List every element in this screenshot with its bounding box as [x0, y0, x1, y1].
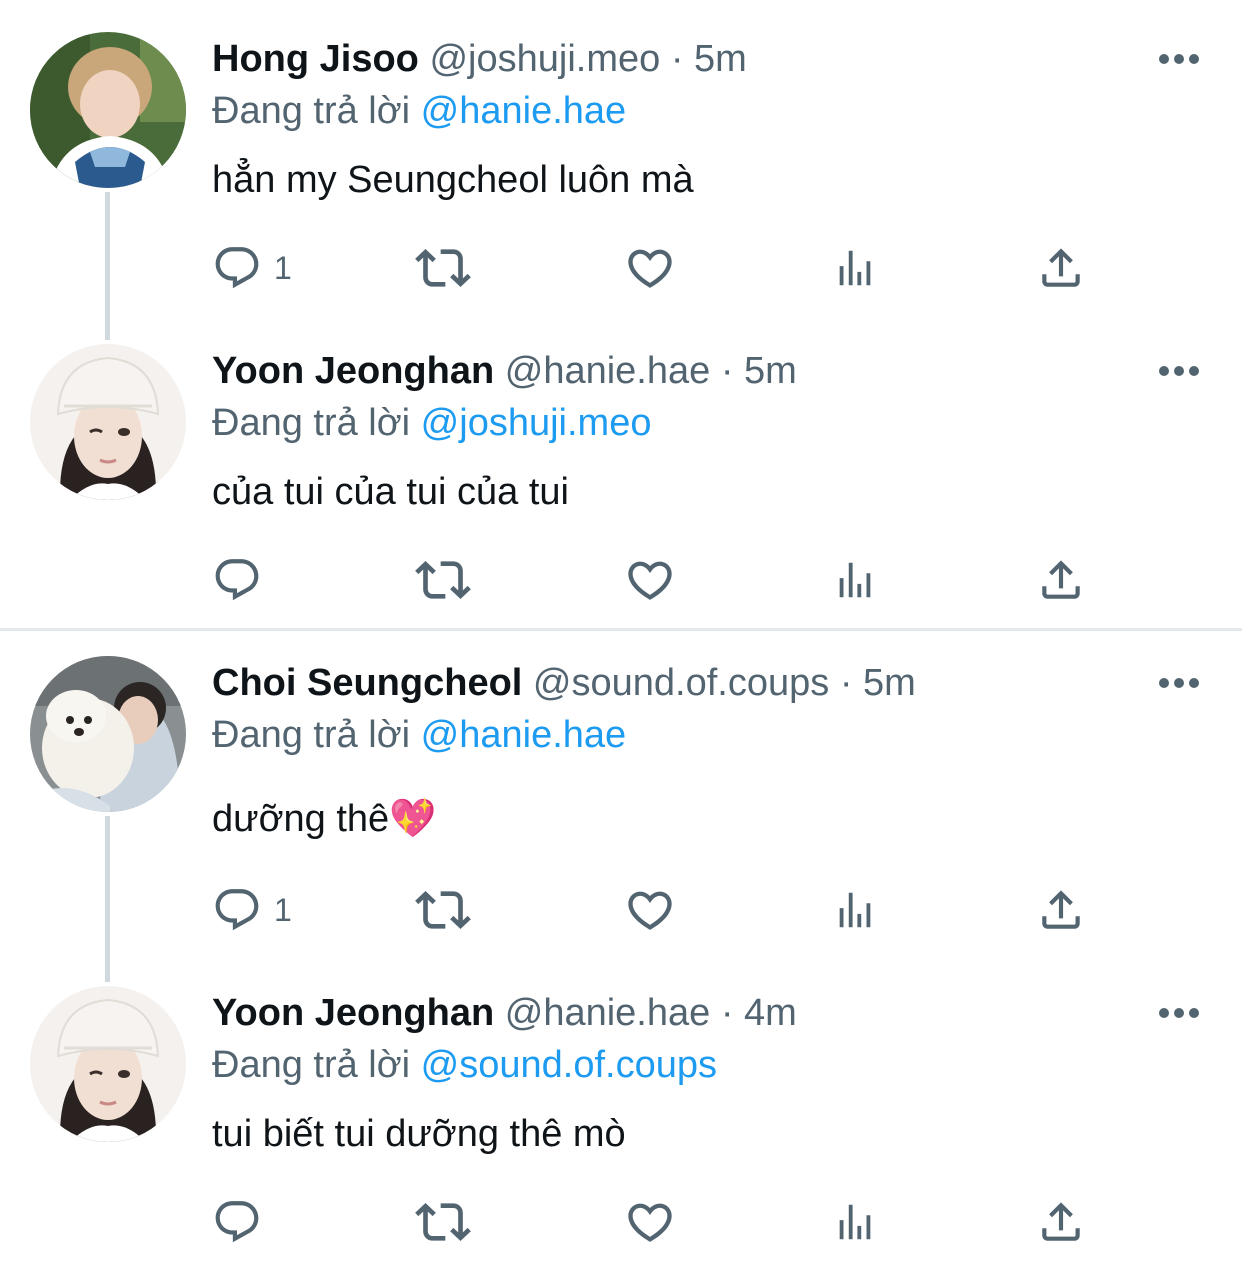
tweet-header: Hong Jisoo @joshuji.meo · 5m: [212, 34, 747, 84]
share-icon: [1036, 555, 1086, 605]
avatar[interactable]: [30, 32, 186, 188]
display-name[interactable]: Choi Seungcheol: [212, 662, 522, 704]
user-handle[interactable]: @hanie.hae: [505, 992, 711, 1034]
share-icon: [1036, 243, 1086, 293]
display-name[interactable]: Yoon Jeonghan: [212, 350, 494, 392]
views-icon: [832, 1199, 878, 1245]
views-icon: [832, 887, 878, 933]
mention-link[interactable]: @hanie.hae: [421, 714, 627, 756]
retweet-button[interactable]: [415, 554, 471, 606]
avatar-photo: [30, 656, 186, 812]
retweet-icon: [415, 240, 471, 296]
more-icon[interactable]: [1158, 677, 1200, 689]
views-button[interactable]: [832, 1196, 878, 1248]
tweet-text: tui biết tui dưỡng thê mò: [212, 1113, 626, 1155]
reply-count: 1: [274, 892, 292, 928]
replying-to: Đang trả lời @joshuji.meo: [212, 398, 651, 448]
replying-to: Đang trả lời @sound.of.coups: [212, 1040, 717, 1090]
reply-icon: [212, 885, 262, 935]
reply-button[interactable]: 1: [212, 884, 292, 936]
reply-button[interactable]: 1: [212, 242, 292, 294]
like-button[interactable]: [624, 884, 676, 936]
heart-icon: [624, 554, 676, 606]
views-icon: [832, 557, 878, 603]
tweet-text: hẳn my Seungcheol luôn mà: [212, 159, 694, 201]
action-bar: [212, 1196, 1112, 1248]
separator-dot: ·: [670, 38, 684, 80]
reply-button[interactable]: [212, 554, 274, 606]
heart-icon: [624, 1196, 676, 1248]
action-bar: [212, 554, 1112, 606]
tweet-text: của tui của tui của tui: [212, 471, 569, 513]
action-bar: 1: [212, 884, 1112, 936]
more-icon[interactable]: [1158, 365, 1200, 377]
share-button[interactable]: [1036, 884, 1086, 936]
timestamp[interactable]: 5m: [694, 38, 747, 80]
views-button[interactable]: [832, 884, 878, 936]
tweet-header: Yoon Jeonghan @hanie.hae · 4m: [212, 988, 797, 1038]
retweet-icon: [415, 552, 471, 608]
action-bar: 1: [212, 242, 1112, 294]
display-name[interactable]: Yoon Jeonghan: [212, 992, 494, 1034]
tweet-header: Choi Seungcheol @sound.of.coups · 5m: [212, 658, 916, 708]
replying-to: Đang trả lời @hanie.hae: [212, 86, 626, 136]
like-button[interactable]: [624, 1196, 676, 1248]
display-name[interactable]: Hong Jisoo: [212, 38, 419, 80]
tweet-header: Yoon Jeonghan @hanie.hae · 5m: [212, 346, 797, 396]
more-icon[interactable]: [1158, 53, 1200, 65]
reply-icon: [212, 1197, 262, 1247]
mention-link[interactable]: @sound.of.coups: [421, 1044, 717, 1086]
reply-icon: [212, 555, 262, 605]
views-icon: [832, 245, 878, 291]
avatar[interactable]: [30, 344, 186, 500]
replying-prefix: Đang trả lời: [212, 1044, 421, 1086]
reply-button[interactable]: [212, 1196, 274, 1248]
user-handle[interactable]: @joshuji.meo: [429, 38, 660, 80]
share-icon: [1036, 885, 1086, 935]
more-icon[interactable]: [1158, 1007, 1200, 1019]
reply-icon: [212, 243, 262, 293]
avatar[interactable]: [30, 656, 186, 812]
avatar-photo: [30, 32, 186, 188]
heart-icon: [624, 884, 676, 936]
share-icon: [1036, 1197, 1086, 1247]
retweet-button[interactable]: [415, 242, 471, 294]
tweet[interactable]: Yoon Jeonghan @hanie.hae · 4m Đang trả l…: [0, 962, 1242, 1264]
separator-dot: ·: [720, 992, 734, 1034]
views-button[interactable]: [832, 242, 878, 294]
views-button[interactable]: [832, 554, 878, 606]
retweet-icon: [415, 882, 471, 938]
heart-icon: [624, 242, 676, 294]
tweet[interactable]: Yoon Jeonghan @hanie.hae · 5m Đang trả l…: [0, 320, 1242, 628]
like-button[interactable]: [624, 554, 676, 606]
replying-prefix: Đang trả lời: [212, 714, 421, 756]
avatar-photo: [30, 986, 186, 1142]
like-button[interactable]: [624, 242, 676, 294]
retweet-button[interactable]: [415, 884, 471, 936]
timestamp[interactable]: 4m: [744, 992, 797, 1034]
replying-prefix: Đang trả lời: [212, 90, 421, 132]
replying-prefix: Đang trả lời: [212, 402, 421, 444]
tweet[interactable]: Choi Seungcheol @sound.of.coups · 5m Đan…: [0, 632, 1242, 962]
avatar[interactable]: [30, 986, 186, 1142]
mention-link[interactable]: @joshuji.meo: [421, 402, 652, 444]
timestamp[interactable]: 5m: [863, 662, 916, 704]
separator-dot: ·: [839, 662, 853, 704]
user-handle[interactable]: @hanie.hae: [505, 350, 711, 392]
retweet-button[interactable]: [415, 1196, 471, 1248]
user-handle[interactable]: @sound.of.coups: [533, 662, 829, 704]
thread-divider: [0, 628, 1242, 631]
avatar-photo: [30, 344, 186, 500]
share-button[interactable]: [1036, 554, 1086, 606]
share-button[interactable]: [1036, 1196, 1086, 1248]
mention-link[interactable]: @hanie.hae: [421, 90, 627, 132]
replying-to: Đang trả lời @hanie.hae: [212, 710, 626, 760]
retweet-icon: [415, 1194, 471, 1250]
timestamp[interactable]: 5m: [744, 350, 797, 392]
share-button[interactable]: [1036, 242, 1086, 294]
tweet[interactable]: Hong Jisoo @joshuji.meo · 5m Đang trả lờ…: [0, 0, 1242, 320]
tweet-text: dưỡng thê💖: [212, 798, 437, 840]
reply-count: 1: [274, 250, 292, 286]
separator-dot: ·: [720, 350, 734, 392]
